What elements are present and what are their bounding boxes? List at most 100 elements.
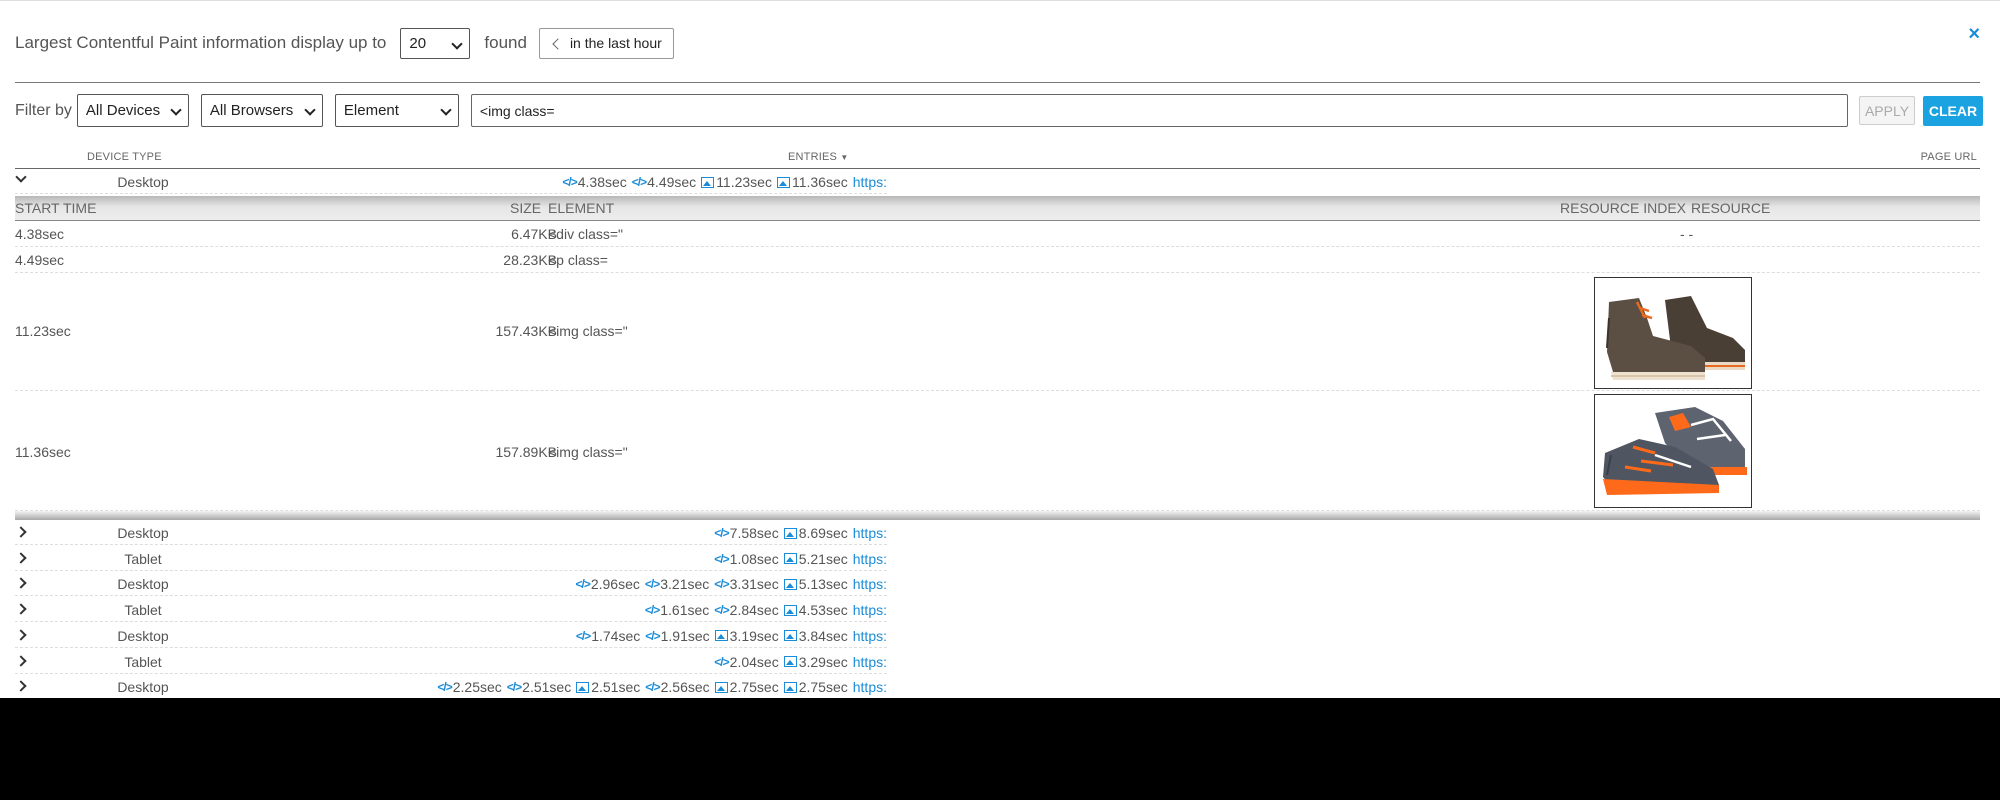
entry-time: 5.21sec — [798, 550, 848, 567]
page-url-link[interactable]: https: — [853, 174, 887, 190]
entry-time: 3.21sec — [660, 576, 710, 593]
entry-time: 5.13sec — [798, 576, 848, 593]
entry-time: 3.84sec — [798, 627, 848, 644]
table-row[interactable]: Desktop </> 2.25sec </> 2.51sec 2.51sec </> 2.5… — [15, 674, 887, 698]
field-select[interactable]: Element — [334, 94, 459, 127]
detail-resource: - - — [1680, 226, 1694, 242]
devices-select[interactable]: All Devices — [76, 94, 189, 127]
query-value: <img class= — [479, 102, 555, 119]
col-entries[interactable]: ENTRIES ▼ — [788, 151, 848, 163]
page-url-link[interactable]: https: — [853, 654, 887, 670]
page-url-link[interactable]: https: — [853, 576, 887, 592]
limit-select[interactable]: 20 — [400, 27, 471, 59]
detail-element: <div class=" — [548, 226, 624, 242]
col-entries-label: ENTRIES — [788, 151, 838, 163]
code-icon: </> — [645, 628, 660, 643]
page-url-link[interactable]: https: — [853, 525, 887, 541]
entry-time: 3.19sec — [729, 627, 779, 644]
image-entry[interactable]: 2.75sec — [714, 679, 779, 695]
table-row[interactable]: Desktop </> 2.96sec </> 3.21sec </> 3.31sec 5.1… — [15, 571, 887, 597]
chevron-right-icon[interactable] — [15, 629, 27, 641]
table-row[interactable]: Desktop </> 1.74sec </> 1.91sec 3.19sec 3.84se… — [15, 623, 887, 648]
chevron-down-icon — [451, 37, 464, 50]
image-entry[interactable]: 5.21sec — [783, 550, 848, 567]
image-entry[interactable]: 2.75sec — [783, 679, 848, 695]
entry-time: 1.08sec — [729, 550, 779, 567]
detail-start: 4.38sec — [15, 226, 65, 242]
image-entry[interactable]: 11.36sec — [776, 174, 848, 190]
element-entry[interactable]: </> 2.25sec — [437, 679, 501, 695]
col-page-url[interactable]: PAGE URL — [1921, 151, 1977, 163]
detail-col-resource-index: RESOURCE INDEX — [1560, 200, 1687, 216]
page-url-link[interactable]: https: — [853, 551, 887, 567]
element-entry[interactable]: </> 2.84sec — [714, 602, 778, 618]
element-entry[interactable]: </> 4.38sec — [562, 174, 626, 190]
detail-element: <img class=" — [548, 444, 628, 460]
entry-time: 2.51sec — [591, 679, 641, 696]
element-entry[interactable]: </> 1.91sec — [645, 628, 709, 644]
entry-time: 3.29sec — [798, 653, 848, 670]
chevron-right-icon[interactable] — [15, 552, 27, 564]
sneaker-illustration — [1603, 407, 1747, 495]
element-entry[interactable]: </> 1.74sec — [576, 628, 640, 644]
chevron-right-icon[interactable] — [15, 603, 27, 615]
entry-time: 2.84sec — [729, 602, 779, 619]
image-icon — [783, 656, 797, 667]
image-entry[interactable]: 11.23sec — [701, 174, 772, 190]
image-icon — [714, 681, 728, 693]
lcp-panel: Largest Contentful Paint information dis… — [0, 0, 2000, 698]
element-entry[interactable]: </> 3.31sec — [714, 576, 778, 592]
image-entry[interactable]: 2.51sec — [576, 679, 640, 695]
element-entry[interactable]: </> 2.56sec — [645, 679, 709, 695]
element-entry[interactable]: </> 7.58sec — [714, 525, 778, 541]
page-url-link[interactable]: https: — [853, 679, 887, 695]
limit-value: 20 — [409, 34, 427, 52]
image-entry[interactable]: 3.19sec — [714, 627, 779, 644]
image-entry[interactable]: 3.84sec — [783, 627, 848, 644]
image-entry[interactable]: 8.69sec — [783, 525, 848, 541]
element-entry[interactable]: </> 2.04sec — [714, 654, 778, 670]
entry-time: 1.61sec — [660, 602, 710, 619]
code-icon: </> — [562, 175, 577, 189]
chevron-right-icon[interactable] — [15, 680, 27, 692]
apply-button[interactable]: APPLY — [1859, 96, 1915, 125]
element-entry[interactable]: </> 1.61sec — [645, 602, 709, 618]
image-icon — [783, 553, 797, 565]
table-row[interactable]: Tablet </> 1.61sec </> 2.84sec 4.53sec https: — [15, 597, 887, 623]
image-entry[interactable]: 5.13sec — [783, 576, 848, 593]
table-row[interactable]: Tablet </> 2.04sec 3.29sec https: — [15, 649, 887, 674]
device-type: Desktop — [117, 627, 169, 644]
chevron-right-icon[interactable] — [15, 577, 27, 590]
chevron-right-icon[interactable] — [15, 654, 27, 667]
filter-label: Filter by — [15, 101, 72, 119]
element-entry[interactable]: </> 1.08sec — [714, 551, 778, 567]
browsers-select[interactable]: All Browsers — [200, 94, 323, 127]
detail-col-start: START TIME — [15, 200, 97, 216]
query-input[interactable]: <img class= — [470, 94, 1848, 127]
entry-time: 7.58sec — [729, 525, 779, 541]
page-url-link[interactable]: https: — [853, 602, 887, 618]
image-icon — [576, 681, 590, 693]
code-icon: </> — [437, 680, 452, 695]
image-entry[interactable]: 3.29sec — [783, 653, 848, 670]
element-entry[interactable]: </> 2.96sec — [575, 576, 639, 592]
page-url-link[interactable]: https: — [853, 628, 887, 644]
table-row[interactable]: Tablet </> 1.08sec 5.21sec https: — [15, 546, 887, 571]
divider — [15, 82, 1980, 83]
element-entry[interactable]: </> 3.21sec — [645, 576, 709, 592]
detail-element: <img class=" — [548, 323, 628, 339]
element-entry[interactable]: </> 4.49sec — [632, 174, 696, 190]
image-entry[interactable]: 4.53sec — [783, 602, 848, 618]
chevron-right-icon[interactable] — [15, 526, 27, 538]
table-row[interactable]: Desktop </> 4.38sec </> 4.49sec 11.23sec 11.3… — [15, 169, 887, 194]
code-icon: </> — [714, 654, 729, 669]
col-device-type[interactable]: DEVICE TYPE — [87, 151, 162, 163]
element-entry[interactable]: </> 2.51sec — [507, 679, 571, 695]
table-row[interactable]: Desktop </> 7.58sec 8.69sec https: — [15, 520, 887, 545]
brown-suede-boot-image[interactable] — [1594, 277, 1752, 389]
grey-orange-sneaker-image[interactable] — [1594, 394, 1752, 508]
close-icon[interactable]: × — [1968, 23, 1980, 46]
time-range-button[interactable]: in the last hour — [538, 27, 674, 59]
clear-button[interactable]: CLEAR — [1923, 95, 1983, 126]
chevron-down-icon[interactable] — [15, 171, 27, 183]
